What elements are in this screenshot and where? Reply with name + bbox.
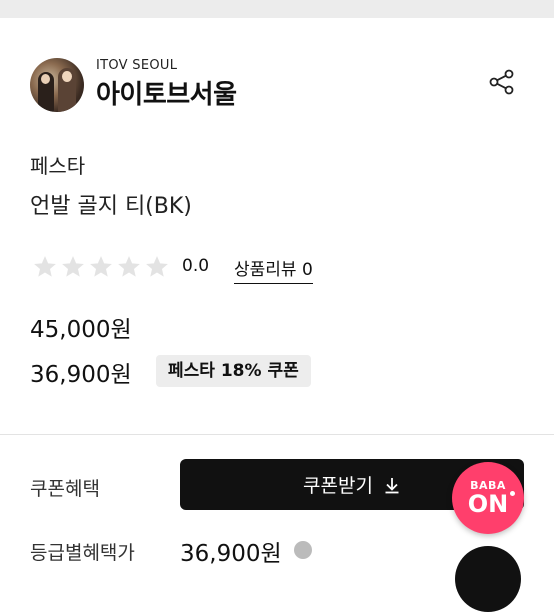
store-name-en: ITOV SEOUL: [96, 58, 178, 73]
download-arrow-icon: [385, 477, 399, 493]
store-avatar[interactable]: [30, 58, 84, 112]
fab-dot: [510, 491, 515, 496]
coupon-badge: 페스타 18% 쿠폰: [156, 355, 311, 387]
coupon-benefit-label: 쿠폰혜택: [30, 478, 100, 500]
star-icon: [62, 256, 84, 277]
top-gray-band: [0, 0, 554, 18]
store-name-kr[interactable]: 아이토브서울: [96, 74, 237, 111]
get-coupon-button-label: 쿠폰받기: [303, 475, 373, 497]
grade-benefit-price: 36,900원: [180, 541, 282, 567]
product-name: 언발 골지 티(BK): [30, 194, 192, 219]
rating-score: 0.0: [182, 256, 210, 276]
info-icon[interactable]: [294, 541, 312, 559]
review-link[interactable]: 상품리뷰 0: [234, 255, 313, 284]
store-header: ITOV SEOUL 아이토브서울: [30, 58, 524, 114]
share-icon[interactable]: [488, 68, 516, 96]
original-price: 45,000원: [30, 317, 132, 343]
rating-row: 0.0 상품리뷰 0: [30, 252, 330, 284]
star-icon: [118, 256, 140, 277]
grade-benefit-label: 등급별혜택가: [30, 542, 135, 564]
product-vendor[interactable]: 페스타: [30, 150, 85, 179]
star-icon: [146, 256, 168, 277]
baba-on-floating-button[interactable]: BABA ON: [452, 462, 524, 534]
section-divider: [0, 434, 554, 435]
star-icon: [90, 256, 112, 277]
star-icon: [34, 256, 56, 277]
floating-circle-button[interactable]: [455, 546, 521, 612]
rating-stars: [32, 254, 170, 280]
sale-price: 36,900원: [30, 362, 132, 388]
